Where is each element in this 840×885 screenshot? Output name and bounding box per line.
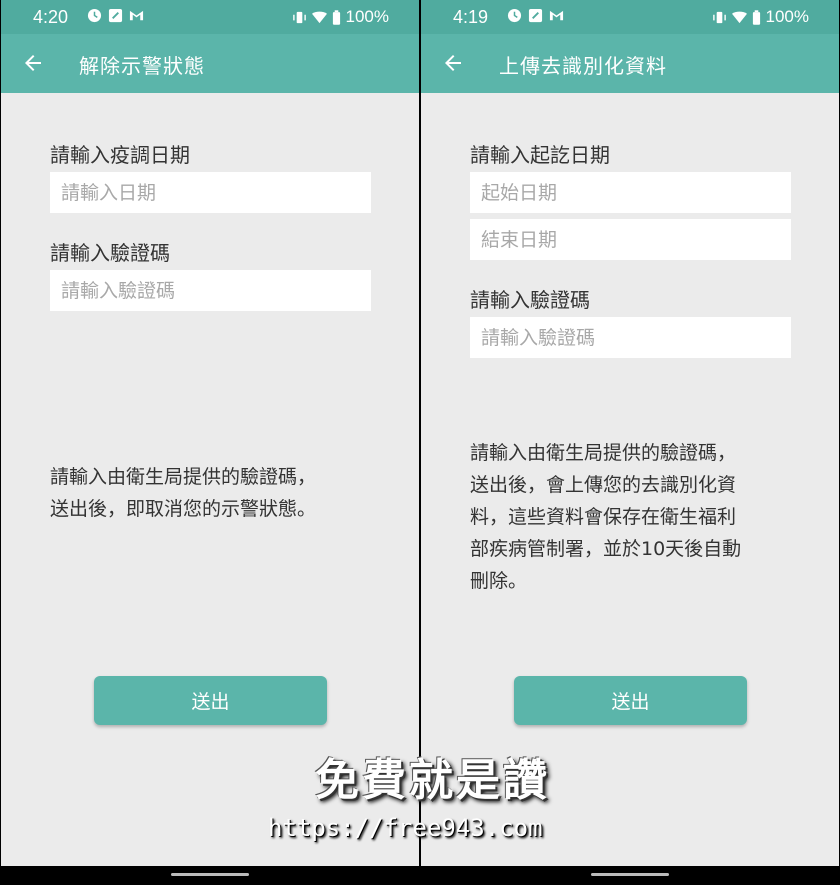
battery-icon: [752, 9, 760, 25]
right-screen: 4:19 100% 上傳去識別化資料 請輸入起訖日期 請輸入驗證碼 請輸入由衛生…: [421, 0, 839, 866]
status-bar: 4:19 100%: [421, 0, 839, 34]
wifi-icon: [311, 11, 327, 23]
verification-code-input[interactable]: [470, 317, 791, 358]
code-label: 請輸入驗證碼: [50, 241, 170, 265]
vibrate-icon: [712, 11, 726, 23]
left-screen: 4:20 100% 解除示警狀態 請輸入疫調日期 請輸入驗證碼 請輸入由衛生局提…: [1, 0, 419, 866]
gesture-nav-bar[interactable]: [591, 873, 669, 876]
status-time: 4:20: [33, 7, 69, 27]
status-bar: 4:20 100%: [1, 0, 419, 34]
app-bar: 上傳去識別化資料: [421, 34, 839, 93]
date-input[interactable]: [50, 172, 371, 213]
submit-button[interactable]: 送出: [514, 676, 747, 725]
gmail-icon: [549, 10, 564, 21]
alarm-icon: [87, 8, 102, 23]
submit-button[interactable]: 送出: [94, 676, 327, 725]
battery-percent: 100%: [765, 7, 809, 26]
gesture-nav-bar[interactable]: [171, 873, 249, 876]
code-label: 請輸入驗證碼: [470, 288, 590, 312]
page-title: 解除示警狀態: [79, 54, 205, 78]
verification-code-input[interactable]: [50, 270, 371, 311]
start-date-input[interactable]: [470, 172, 791, 213]
back-arrow-icon[interactable]: [21, 51, 45, 75]
edit-icon: [108, 8, 123, 23]
page-title: 上傳去識別化資料: [499, 54, 667, 78]
date-range-label: 請輸入起訖日期: [470, 143, 610, 167]
battery-icon: [332, 9, 340, 25]
status-time: 4:19: [453, 7, 489, 27]
vibrate-icon: [292, 11, 306, 23]
wifi-icon: [731, 11, 747, 23]
edit-icon: [528, 8, 543, 23]
app-bar: 解除示警狀態: [1, 34, 419, 93]
date-label: 請輸入疫調日期: [50, 143, 190, 167]
alarm-icon: [507, 8, 522, 23]
end-date-input[interactable]: [470, 219, 791, 260]
gmail-icon: [129, 10, 144, 21]
description-text: 請輸入由衛生局提供的驗證碼， 送出後，即取消您的示警狀態。: [50, 466, 317, 520]
description-text: 請輸入由衛生局提供的驗證碼， 送出後，會上傳您的去識別化資 料，這些資料會保存在…: [470, 442, 742, 592]
watermark-url: https://free943.com: [268, 814, 543, 842]
back-arrow-icon[interactable]: [441, 51, 465, 75]
battery-percent: 100%: [345, 7, 389, 26]
watermark-title: 免費就是讚: [315, 755, 550, 806]
